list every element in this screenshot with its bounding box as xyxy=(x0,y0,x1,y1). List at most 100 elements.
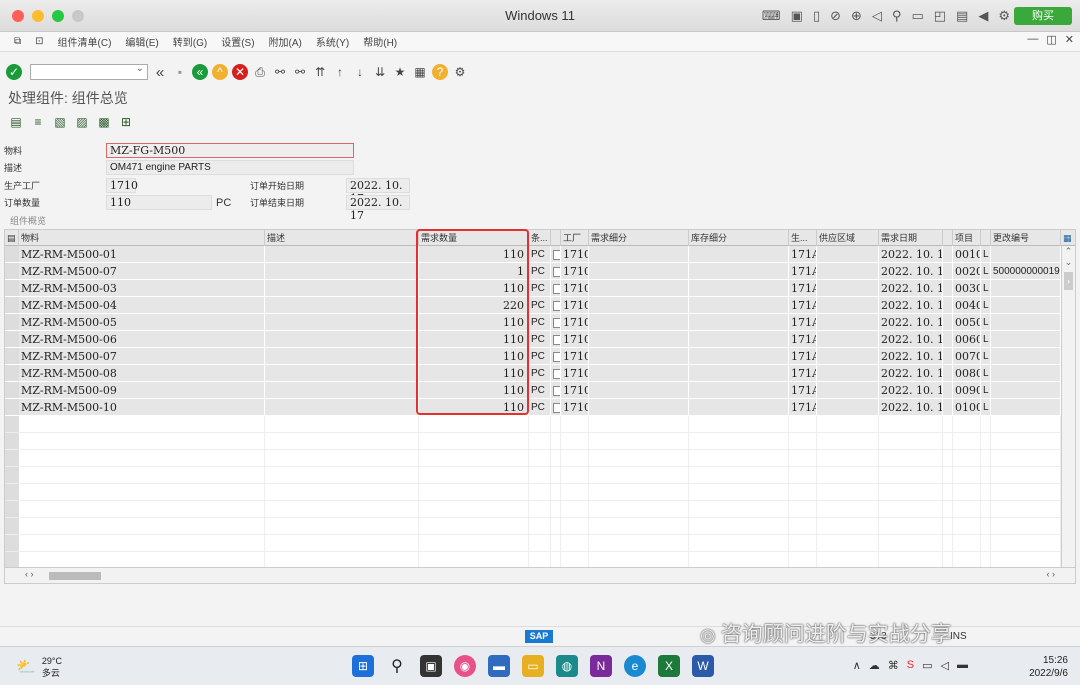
table-cell[interactable]: 2022. 10. 17 xyxy=(879,297,943,314)
table-cell[interactable] xyxy=(991,314,1061,331)
table-cell[interactable] xyxy=(817,467,879,484)
table-cell[interactable] xyxy=(879,535,943,552)
row-selector[interactable] xyxy=(5,331,19,347)
table-cell[interactable]: 1710 xyxy=(561,246,589,263)
table-cell[interactable] xyxy=(561,450,589,467)
play-icon[interactable]: ◀ xyxy=(978,8,988,24)
table-cell[interactable]: L xyxy=(981,382,991,399)
table-cell[interactable]: 171A xyxy=(789,297,817,314)
table-cell[interactable]: 0020 xyxy=(953,263,981,280)
table-cell[interactable] xyxy=(589,518,689,535)
table-cell[interactable] xyxy=(19,501,265,518)
table-cell[interactable] xyxy=(817,450,879,467)
table-cell[interactable] xyxy=(943,348,953,365)
table-cell[interactable]: 0080 xyxy=(953,365,981,382)
table-cell[interactable] xyxy=(19,450,265,467)
col-flag[interactable] xyxy=(551,230,561,246)
menu-item-extras[interactable]: 附加(A) xyxy=(269,34,302,49)
table-cell[interactable] xyxy=(953,416,981,433)
table-cell[interactable] xyxy=(689,467,789,484)
table-cell[interactable] xyxy=(991,433,1061,450)
table-cell[interactable] xyxy=(689,501,789,518)
table-cell[interactable] xyxy=(943,297,953,314)
align-icon[interactable]: ≡ xyxy=(30,114,46,130)
back-icon[interactable]: « xyxy=(192,64,208,80)
table-cell[interactable]: MZ-RM-M500-09 xyxy=(19,382,265,399)
table-cell[interactable] xyxy=(817,348,879,365)
table-cell[interactable]: 2022. 10. 17 xyxy=(879,331,943,348)
table-row[interactable]: MZ-RM-M500-07 110PC 1710 171A 2022. 10. 17 00… xyxy=(5,348,1061,365)
table-cell[interactable] xyxy=(817,518,879,535)
col-plant[interactable]: 工厂 xyxy=(561,230,589,246)
clock[interactable]: 15:26 2022/9/6 xyxy=(1029,654,1068,680)
col-item[interactable]: 项目 xyxy=(953,230,981,246)
table-cell[interactable] xyxy=(689,297,789,314)
scroll-left-icon[interactable]: ‹ › xyxy=(25,569,34,579)
table-cell[interactable]: 110 xyxy=(419,331,529,348)
last-page-icon[interactable]: ⇊ xyxy=(372,64,388,80)
keyboard-icon[interactable]: ⌨ xyxy=(762,8,781,24)
table-cell[interactable]: 1710 xyxy=(561,382,589,399)
table-cell[interactable] xyxy=(879,450,943,467)
table-cell[interactable] xyxy=(817,331,879,348)
table-cell[interactable] xyxy=(789,518,817,535)
quantity-field[interactable]: 110 xyxy=(106,195,212,210)
table-row[interactable] xyxy=(5,433,1061,450)
settings-icon[interactable]: ⚙ xyxy=(998,8,1010,24)
close-icon[interactable]: ✕ xyxy=(1065,33,1074,46)
table-cell[interactable]: 0060 xyxy=(953,331,981,348)
table-cell[interactable] xyxy=(419,518,529,535)
table-cell[interactable]: 0050 xyxy=(953,314,981,331)
row-selector[interactable] xyxy=(5,382,19,398)
row-selector[interactable] xyxy=(5,246,19,262)
table-cell[interactable] xyxy=(265,331,419,348)
table-row[interactable]: MZ-RM-M500-10 110PC 1710 171A 2022. 10. 17 01… xyxy=(5,399,1061,416)
table-cell[interactable] xyxy=(689,280,789,297)
prev-page-icon[interactable]: ↑ xyxy=(332,64,348,80)
first-page-icon[interactable]: ⇈ xyxy=(312,64,328,80)
speaker-icon[interactable]: ◁ xyxy=(872,8,882,24)
mic-icon[interactable]: ⚲ xyxy=(892,8,902,24)
table-cell[interactable] xyxy=(981,484,991,501)
table-cell[interactable]: MZ-RM-M500-08 xyxy=(19,365,265,382)
table-cell[interactable]: 1 xyxy=(419,263,529,280)
menu-item-system[interactable]: 系统(Y) xyxy=(316,34,349,49)
cloud-icon[interactable]: ☁ xyxy=(869,659,880,672)
table-cell[interactable] xyxy=(551,348,561,365)
table-row[interactable] xyxy=(5,467,1061,484)
minimize-icon[interactable]: — xyxy=(1027,33,1038,46)
order-start-field[interactable]: 2022. 10. 17 xyxy=(346,178,410,205)
table-cell[interactable] xyxy=(689,484,789,501)
table-cell[interactable]: 1710 xyxy=(561,280,589,297)
table-cell[interactable] xyxy=(991,450,1061,467)
table-cell[interactable] xyxy=(981,535,991,552)
table-cell[interactable] xyxy=(589,348,689,365)
table-cell[interactable]: L xyxy=(981,314,991,331)
table-cell[interactable] xyxy=(943,501,953,518)
network-icon[interactable]: ▭ xyxy=(922,659,932,672)
row-selector[interactable] xyxy=(5,467,19,483)
table-cell[interactable]: PC xyxy=(529,382,551,399)
table-row[interactable]: MZ-RM-M500-06 110PC 1710 171A 2022. 10. 17 00… xyxy=(5,331,1061,348)
table-cell[interactable]: 110 xyxy=(419,280,529,297)
table-cell[interactable] xyxy=(879,467,943,484)
chrome-icon[interactable]: ◉ xyxy=(454,655,476,677)
table-cell[interactable] xyxy=(589,263,689,280)
table-cell[interactable] xyxy=(943,535,953,552)
print-icon[interactable]: ⎙ xyxy=(252,64,268,80)
app-icon[interactable]: ◍ xyxy=(556,655,578,677)
table-cell[interactable] xyxy=(419,467,529,484)
exit-icon[interactable]: ^ xyxy=(212,64,228,80)
table-cell[interactable] xyxy=(953,518,981,535)
table-cell[interactable] xyxy=(265,399,419,416)
table-cell[interactable]: 171A xyxy=(789,263,817,280)
vertical-scrollbar[interactable]: ⌃ ⌄ › xyxy=(1061,246,1075,568)
table-cell[interactable] xyxy=(817,246,879,263)
table-cell[interactable]: MZ-RM-M500-03 xyxy=(19,280,265,297)
col-cat[interactable] xyxy=(981,230,991,246)
search-icon[interactable]: ⚲ xyxy=(386,655,408,677)
buy-button[interactable]: 购买 xyxy=(1014,7,1072,25)
row-selector[interactable] xyxy=(5,450,19,466)
table-cell[interactable] xyxy=(991,331,1061,348)
table-cell[interactable]: 171A xyxy=(789,331,817,348)
